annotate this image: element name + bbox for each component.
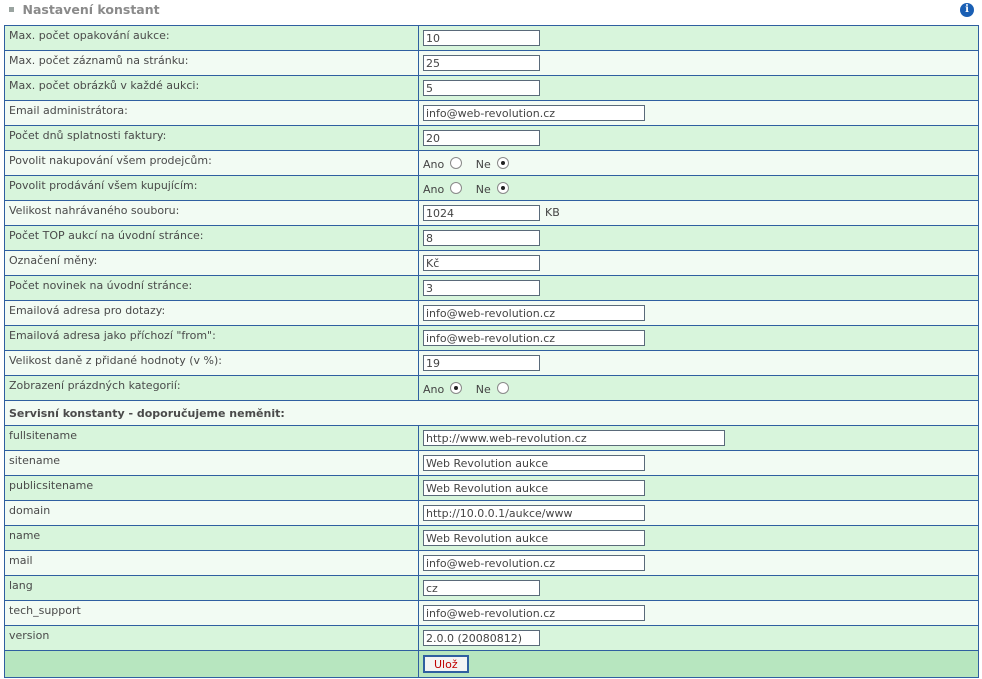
allow-buying-no-radio[interactable]: [496, 156, 509, 169]
field-label: Označení měny:: [9, 253, 98, 267]
title-bullet: [9, 6, 14, 12]
table-row: Počet TOP aukcí na úvodní stránce:: [4, 225, 979, 251]
tech-support-input[interactable]: [423, 605, 645, 621]
fullsitename-input[interactable]: [423, 430, 725, 446]
lang-input[interactable]: [423, 580, 540, 596]
show-empty-categories-yes-radio[interactable]: [450, 381, 463, 394]
save-button[interactable]: Ulož: [423, 655, 469, 673]
publicsitename-input[interactable]: [423, 480, 645, 496]
table-row: name: [4, 525, 979, 551]
info-icon[interactable]: i: [960, 3, 974, 17]
table-row: Povolit nakupování všem prodejcům: Ano N…: [4, 150, 979, 176]
upload-size-input[interactable]: [423, 205, 540, 221]
field-label: Zobrazení prázdných kategorií:: [9, 378, 181, 392]
table-row: lang: [4, 575, 979, 601]
page-title: Nastavení konstant: [22, 2, 160, 17]
table-row: Velikost nahrávaného souboru: KB: [4, 200, 979, 226]
table-row: Zobrazení prázdných kategorií: Ano Ne: [4, 375, 979, 401]
admin-email-input[interactable]: [423, 105, 645, 121]
vat-input[interactable]: [423, 355, 540, 371]
currency-input[interactable]: [423, 255, 540, 271]
field-label: Email administrátora:: [9, 103, 128, 117]
table-row: tech_support: [4, 600, 979, 626]
constants-table: Max. počet opakování aukce: Max. počet z…: [4, 25, 979, 678]
field-label: Emailová adresa jako příchozí "from":: [9, 328, 216, 342]
radio-yes-label: Ano: [423, 157, 445, 171]
field-label: Velikost nahrávaného souboru:: [9, 203, 180, 217]
field-label: sitename: [9, 453, 61, 467]
table-row: Max. počet obrázků v každé aukci:: [4, 75, 979, 101]
table-row: Emailová adresa pro dotazy:: [4, 300, 979, 326]
max-images-input[interactable]: [423, 80, 540, 96]
field-label: Max. počet obrázků v každé aukci:: [9, 78, 200, 92]
field-label: name: [9, 528, 41, 542]
field-label: fullsitename: [9, 428, 78, 442]
table-row: Povolit prodávání všem kupujícím: Ano Ne: [4, 175, 979, 201]
field-label: Max. počet opakování aukce:: [9, 28, 170, 42]
field-label: lang: [9, 578, 33, 592]
questions-email-input[interactable]: [423, 305, 645, 321]
max-auction-repeat-input[interactable]: [423, 30, 540, 46]
table-row: Max. počet záznamů na stránku:: [4, 50, 979, 76]
field-label: version: [9, 628, 50, 642]
radio-no-label: Ne: [475, 382, 491, 396]
table-row: Email administrátora:: [4, 100, 979, 126]
table-row: Počet dnů splatnosti faktury:: [4, 125, 979, 151]
domain-input[interactable]: [423, 505, 645, 521]
field-label: publicsitename: [9, 478, 94, 492]
field-label: domain: [9, 503, 51, 517]
allow-selling-yes-radio[interactable]: [450, 181, 463, 194]
table-row: publicsitename: [4, 475, 979, 501]
table-row: sitename: [4, 450, 979, 476]
field-label: mail: [9, 553, 33, 567]
top-auctions-input[interactable]: [423, 230, 540, 246]
radio-yes-label: Ano: [423, 182, 445, 196]
radio-yes-label: Ano: [423, 382, 445, 396]
field-label: Emailová adresa pro dotazy:: [9, 303, 166, 317]
field-label: Velikost daně z přidané hodnoty (v %):: [9, 353, 223, 367]
section-row: Servisní konstanty - doporučujeme neměni…: [4, 400, 979, 426]
allow-buying-yes-radio[interactable]: [450, 156, 463, 169]
field-label: Počet dnů splatnosti faktury:: [9, 128, 167, 142]
section-title: Servisní konstanty - doporučujeme neměni…: [4, 400, 979, 426]
table-row: Emailová adresa jako příchozí "from":: [4, 325, 979, 351]
table-row: Označení měny:: [4, 250, 979, 276]
field-label: Povolit prodávání všem kupujícím:: [9, 178, 198, 192]
allow-selling-no-radio[interactable]: [496, 181, 509, 194]
field-label: tech_support: [9, 603, 81, 617]
news-count-input[interactable]: [423, 280, 540, 296]
version-input[interactable]: [423, 630, 540, 646]
table-row: Max. počet opakování aukce:: [4, 25, 979, 51]
field-label: Povolit nakupování všem prodejcům:: [9, 153, 212, 167]
show-empty-categories-no-radio[interactable]: [496, 381, 509, 394]
submit-row: Ulož: [4, 650, 979, 678]
name-input[interactable]: [423, 530, 645, 546]
field-label: Počet TOP aukcí na úvodní stránce:: [9, 228, 204, 242]
mail-input[interactable]: [423, 555, 645, 571]
sitename-input[interactable]: [423, 455, 645, 471]
records-per-page-input[interactable]: [423, 55, 540, 71]
table-row: version: [4, 625, 979, 651]
radio-no-label: Ne: [475, 157, 491, 171]
table-row: Velikost daně z přidané hodnoty (v %):: [4, 350, 979, 376]
page-header: Nastavení konstant i: [0, 0, 982, 22]
table-row: domain: [4, 500, 979, 526]
table-row: mail: [4, 550, 979, 576]
unit-label: KB: [545, 206, 560, 219]
table-row: Počet novinek na úvodní stránce:: [4, 275, 979, 301]
invoice-due-days-input[interactable]: [423, 130, 540, 146]
radio-no-label: Ne: [475, 182, 491, 196]
field-label: Max. počet záznamů na stránku:: [9, 53, 189, 67]
table-row: fullsitename: [4, 425, 979, 451]
field-label: Počet novinek na úvodní stránce:: [9, 278, 193, 292]
from-email-input[interactable]: [423, 330, 645, 346]
